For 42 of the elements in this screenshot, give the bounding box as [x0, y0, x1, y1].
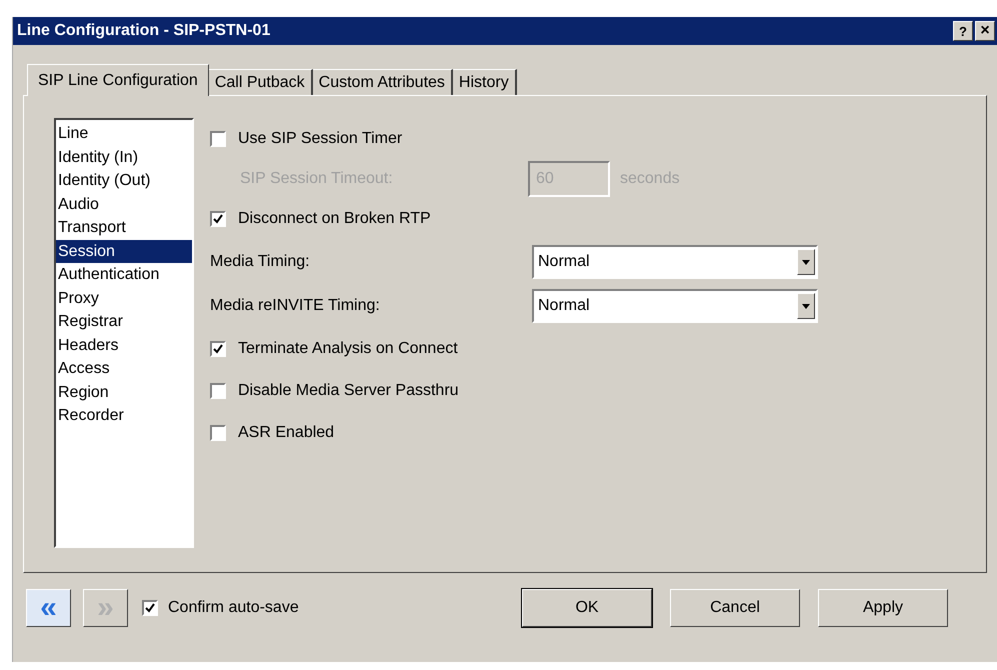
checkbox[interactable] [210, 383, 226, 399]
list-item[interactable]: Audio [56, 192, 192, 216]
checkbox-label: ASR Enabled [238, 423, 334, 443]
checkbox-label: Confirm auto-save [168, 598, 299, 618]
tab[interactable]: Custom Attributes [312, 69, 453, 95]
close-button[interactable]: × [975, 21, 995, 41]
dialog-button[interactable]: OK [522, 589, 652, 627]
list-item[interactable]: Identity (In) [56, 146, 192, 169]
checkbox[interactable] [210, 131, 226, 147]
checkbox-label: Use SIP Session Timer [238, 129, 402, 149]
dropdown-value: Normal [537, 252, 591, 272]
tab[interactable]: Call Putback [208, 69, 313, 95]
list-item[interactable]: Line [56, 122, 192, 146]
dialog-button[interactable]: Apply [818, 589, 948, 627]
checkbox[interactable] [210, 425, 226, 441]
dropdown[interactable]: Normal [532, 245, 818, 279]
list-item[interactable]: Transport [56, 216, 192, 240]
list-item[interactable]: Registrar [56, 310, 192, 334]
field-label: Media Timing: [210, 252, 311, 272]
list-item[interactable]: Recorder [56, 404, 192, 428]
tab[interactable]: History [452, 69, 517, 95]
help-button[interactable]: ? [953, 21, 973, 41]
window-title: Line Configuration - SIP-PSTN-01 [17, 21, 272, 41]
list-item[interactable]: Region [56, 380, 192, 404]
checkbox-label: Terminate Analysis on Connect [238, 339, 458, 359]
list-item[interactable]: Session [56, 240, 192, 263]
checkbox-label: Disconnect on Broken RTP [238, 209, 431, 229]
back-button[interactable]: « [26, 589, 71, 627]
list-item[interactable]: Proxy [56, 286, 192, 310]
checkbox-label: Disable Media Server Passthru [238, 381, 459, 401]
dropdown[interactable]: Normal [532, 289, 818, 323]
list-item[interactable]: Authentication [56, 263, 192, 286]
tab[interactable]: SIP Line Configuration [27, 64, 209, 96]
checkbox[interactable] [210, 341, 226, 357]
checkbox[interactable] [142, 600, 158, 616]
list-item[interactable]: Headers [56, 334, 192, 357]
dialog-button[interactable]: Cancel [670, 589, 800, 627]
list-item[interactable]: Access [56, 357, 192, 380]
list-item[interactable]: Identity (Out) [56, 169, 192, 192]
checkbox[interactable] [210, 211, 226, 227]
field-label: Media reINVITE Timing: [210, 296, 381, 316]
dropdown-value: Normal [537, 296, 591, 316]
